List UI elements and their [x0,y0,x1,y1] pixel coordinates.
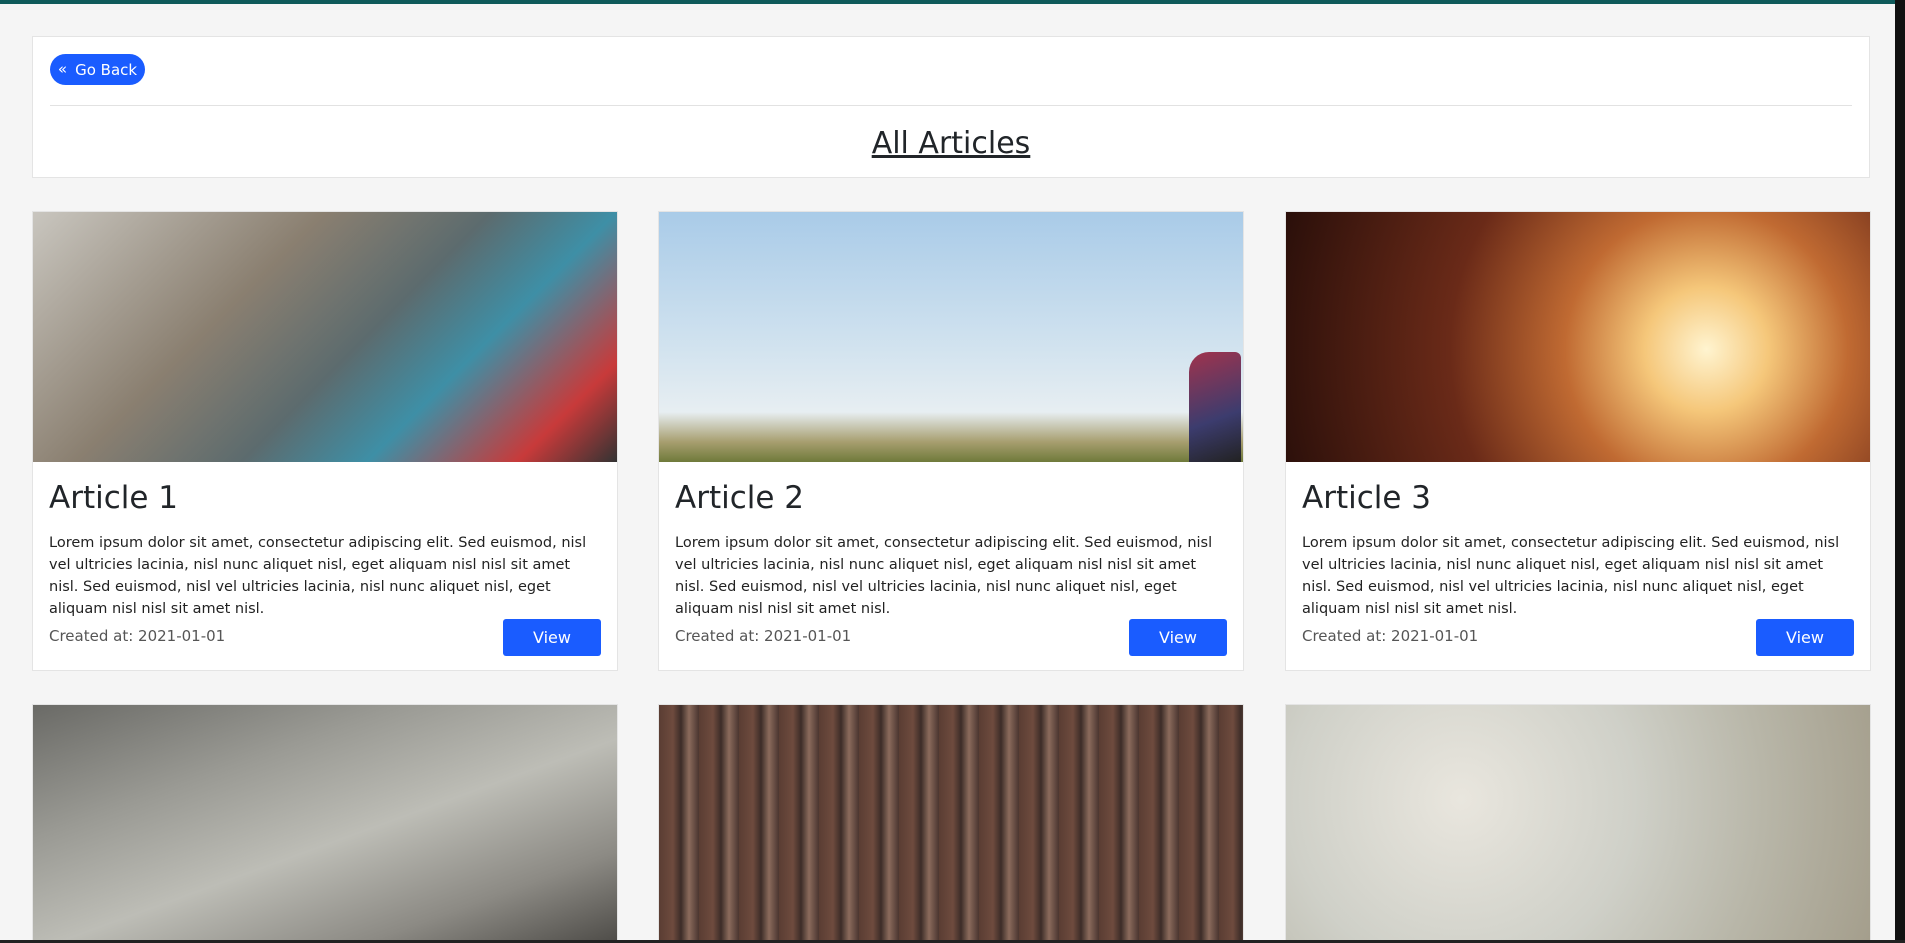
article-card [1285,704,1871,940]
divider [50,105,1852,106]
article-title: Article 1 [49,480,179,516]
article-title: Article 2 [675,480,805,516]
article-image [659,212,1243,462]
article-excerpt: Lorem ipsum dolor sit amet, consectetur … [49,535,587,617]
double-chevron-left-icon: « [57,60,68,78]
article-date: Created at: 2021-01-01 [1302,627,1479,645]
article-excerpt: Lorem ipsum dolor sit amet, consectetur … [1302,535,1840,617]
article-excerpt: Lorem ipsum dolor sit amet, consectetur … [675,535,1213,617]
article-date: Created at: 2021-01-01 [675,627,852,645]
go-back-button[interactable]: « Go Back [50,54,145,85]
article-card: Article 1 Lorem ipsum dolor sit amet, co… [32,211,618,671]
top-accent-bar [0,0,1905,4]
article-image [659,705,1243,940]
article-card [32,704,618,940]
article-card: Article 3 Lorem ipsum dolor sit amet, co… [1285,211,1871,671]
view-button[interactable]: View [1129,619,1227,656]
header-card: « Go Back All Articles [32,36,1870,178]
view-button[interactable]: View [1756,619,1854,656]
view-button[interactable]: View [503,619,601,656]
article-card [658,704,1244,940]
article-title: Article 3 [1302,480,1432,516]
article-date: Created at: 2021-01-01 [49,627,226,645]
article-image [1286,705,1870,940]
article-image [1286,212,1870,462]
article-image [33,705,617,940]
go-back-label: Go Back [75,60,138,79]
page-title: All Articles [871,126,1031,161]
article-image [33,212,617,462]
article-card: Article 2 Lorem ipsum dolor sit amet, co… [658,211,1244,671]
window-edge [1895,0,1905,943]
